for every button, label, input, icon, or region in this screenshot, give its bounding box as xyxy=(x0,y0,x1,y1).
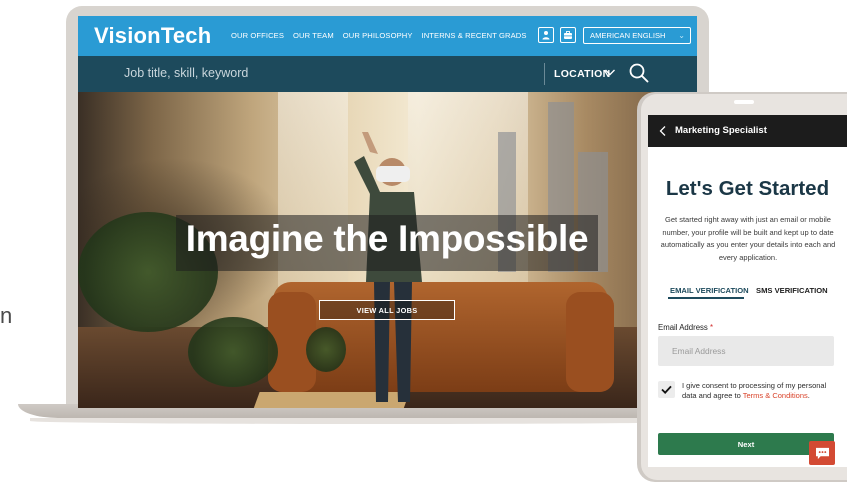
briefcase-icon xyxy=(564,31,572,39)
cropped-text-fragment: n xyxy=(0,303,13,328)
job-search-bar: Job title, skill, keyword LOCATION xyxy=(78,56,697,92)
page-title: Let's Get Started xyxy=(665,177,830,200)
marketing-composite: n VisionTech OUR OFFICES OUR TEAM OUR PH… xyxy=(0,0,847,482)
email-field[interactable] xyxy=(658,336,834,366)
page-description: Get started right away with just an emai… xyxy=(660,215,836,262)
tab-email-verification[interactable]: EMAIL VERIFICATION xyxy=(670,286,749,295)
phone-screen: Marketing Specialist Let's Get Started G… xyxy=(648,115,847,467)
chat-bubble-icon xyxy=(815,447,829,459)
search-divider xyxy=(544,63,545,85)
chevron-down-icon[interactable] xyxy=(604,66,616,78)
hero-banner: Imagine the Impossible VIEW ALL JOBS xyxy=(78,92,697,408)
email-label-text: Email Address xyxy=(658,323,708,332)
chat-button[interactable] xyxy=(809,441,835,465)
hero-headline: Imagine the Impossible xyxy=(185,218,589,259)
nav-link-our-philosophy[interactable]: OUR PHILOSOPHY xyxy=(343,31,413,40)
tab-sms-verification[interactable]: SMS VERIFICATION xyxy=(756,286,828,295)
search-input[interactable]: Job title, skill, keyword xyxy=(124,66,248,80)
profile-button[interactable] xyxy=(538,27,554,43)
laptop-screen: VisionTech OUR OFFICES OUR TEAM OUR PHIL… xyxy=(78,16,697,408)
job-title: Marketing Specialist xyxy=(675,125,767,136)
active-tab-underline xyxy=(668,297,744,299)
saved-jobs-button[interactable] xyxy=(560,27,576,43)
language-value: AMERICAN ENGLISH xyxy=(590,31,666,40)
terms-link[interactable]: Terms & Conditions xyxy=(743,391,808,400)
top-navigation: VisionTech OUR OFFICES OUR TEAM OUR PHIL… xyxy=(78,16,697,56)
email-label: Email Address * xyxy=(658,323,713,332)
hero-sofa-arm xyxy=(566,292,614,392)
consent-checkbox[interactable] xyxy=(658,381,675,398)
nav-link-our-offices[interactable]: OUR OFFICES xyxy=(231,31,284,40)
consent-suffix: . xyxy=(807,391,810,401)
required-marker: * xyxy=(710,323,714,332)
site-logo[interactable]: VisionTech xyxy=(94,23,211,49)
back-arrow-icon[interactable] xyxy=(658,125,668,137)
next-button[interactable]: Next xyxy=(658,433,834,455)
laptop-shadow xyxy=(30,418,720,424)
nav-links: OUR OFFICES OUR TEAM OUR PHILOSOPHY INTE… xyxy=(231,31,527,40)
nav-link-interns[interactable]: INTERNS & RECENT GRADS xyxy=(422,31,527,40)
checkmark-icon xyxy=(661,385,672,394)
consent-text: I give consent to processing of my perso… xyxy=(682,381,840,402)
chevron-down-icon: ⌄ xyxy=(678,31,685,40)
hero-plant xyxy=(188,317,278,387)
phone-speaker xyxy=(734,100,754,104)
search-icon[interactable] xyxy=(628,62,650,84)
view-all-jobs-button[interactable]: VIEW ALL JOBS xyxy=(319,300,455,320)
nav-link-our-team[interactable]: OUR TEAM xyxy=(293,31,334,40)
person-icon xyxy=(542,31,550,40)
phone-header: Marketing Specialist xyxy=(648,115,847,147)
location-dropdown[interactable]: LOCATION xyxy=(554,68,610,80)
language-select[interactable]: AMERICAN ENGLISH ⌄ xyxy=(583,27,691,44)
